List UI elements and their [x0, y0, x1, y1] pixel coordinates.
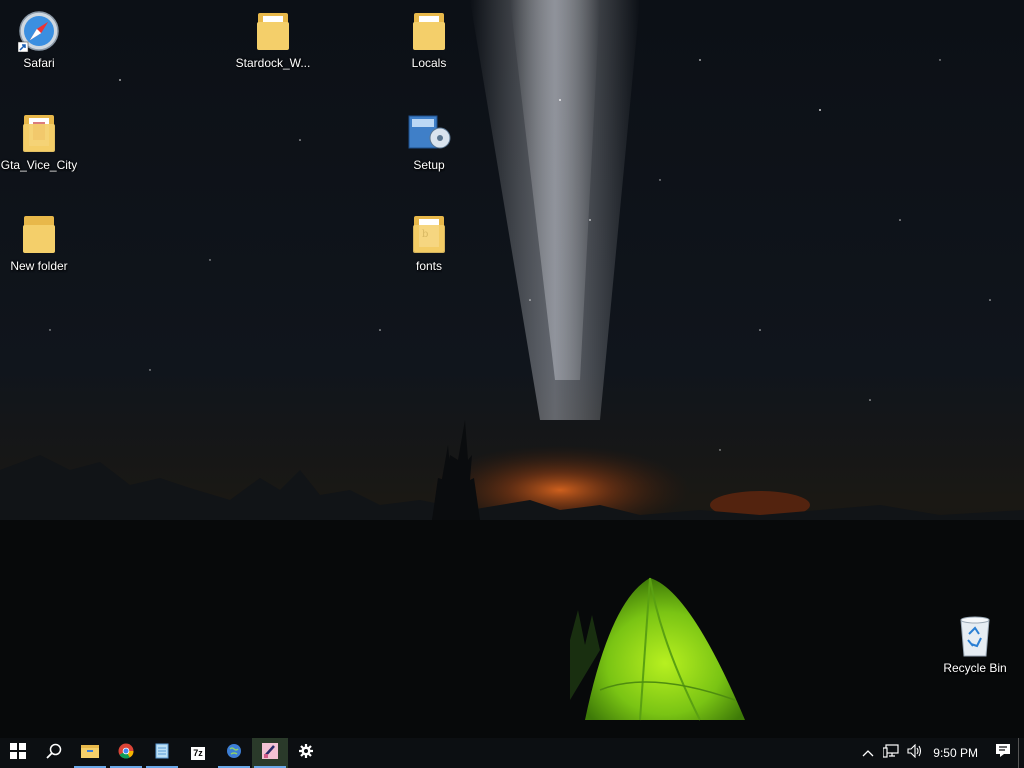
desktop-icon-stardock[interactable]: Stardock_W...: [234, 8, 312, 80]
desktop-icon-recycle-bin[interactable]: Recycle Bin: [936, 613, 1014, 685]
desktop-icon-label: Stardock_W...: [235, 56, 311, 70]
safari-icon: [15, 8, 63, 54]
desktop-icon-label: Recycle Bin: [943, 661, 1007, 675]
desktop-icon-label: fonts: [415, 259, 442, 273]
desktop-icon-label: Locals: [411, 56, 447, 70]
show-desktop-button[interactable]: [1018, 738, 1024, 768]
start-icon: [10, 742, 26, 764]
desktop-wallpaper: [0, 0, 1024, 738]
taskbar-paint[interactable]: [252, 738, 288, 768]
volume-button[interactable]: [903, 738, 927, 768]
system-tray: 9:50 PM: [857, 738, 1024, 768]
desktop-icon-locals[interactable]: Locals: [390, 8, 468, 80]
desktop-icon-label: Gta_Vice_City: [0, 158, 78, 172]
desktop-icon-fonts[interactable]: b fonts: [390, 211, 468, 283]
taskbar-file-explorer[interactable]: [72, 738, 108, 768]
action-center-button[interactable]: [988, 738, 1018, 768]
taskbar-7zip[interactable]: 7z: [180, 738, 216, 768]
taskbar-settings[interactable]: [288, 738, 324, 768]
network-button[interactable]: [879, 738, 903, 768]
folder-icon: [15, 110, 63, 156]
folder-icon: b: [405, 211, 453, 257]
desktop-icon-label: Safari: [23, 56, 55, 70]
settings-icon: [298, 743, 314, 764]
notification-icon: [995, 743, 1011, 763]
setup-icon: [405, 110, 453, 156]
desktop-icon-setup[interactable]: Setup: [390, 110, 468, 182]
start-button[interactable]: [0, 738, 36, 768]
search-icon: [46, 743, 62, 764]
taskbar-clock[interactable]: 9:50 PM: [927, 738, 988, 768]
network-icon: [882, 743, 899, 763]
folder-icon: [405, 8, 453, 54]
desktop-icon-new-folder[interactable]: New folder: [0, 211, 78, 283]
file-explorer-icon: [81, 743, 99, 764]
taskbar: 7z 9:50 PM: [0, 738, 1024, 768]
7zip-icon: 7z: [191, 746, 205, 760]
folder-icon: [15, 211, 63, 257]
desktop-icon-label: New folder: [10, 259, 68, 273]
folder-icon: [249, 8, 297, 54]
taskbar-notepad[interactable]: [144, 738, 180, 768]
globe-icon: [226, 743, 242, 764]
chrome-icon: [118, 743, 134, 764]
show-hidden-icons-button[interactable]: [857, 738, 879, 768]
desktop-icon-gta-vice-city[interactable]: Gta_Vice_City: [0, 110, 78, 182]
taskbar-chrome[interactable]: [108, 738, 144, 768]
recycle-bin-icon: [951, 613, 999, 659]
paint-icon: [262, 742, 278, 764]
speaker-icon: [907, 743, 923, 763]
desktop-icon-label: Setup: [413, 158, 445, 172]
chevron-up-icon: [862, 744, 874, 762]
notepad-icon: [155, 743, 169, 764]
taskbar-globe[interactable]: [216, 738, 252, 768]
search-button[interactable]: [36, 738, 72, 768]
desktop-icon-safari[interactable]: Safari: [0, 8, 78, 80]
